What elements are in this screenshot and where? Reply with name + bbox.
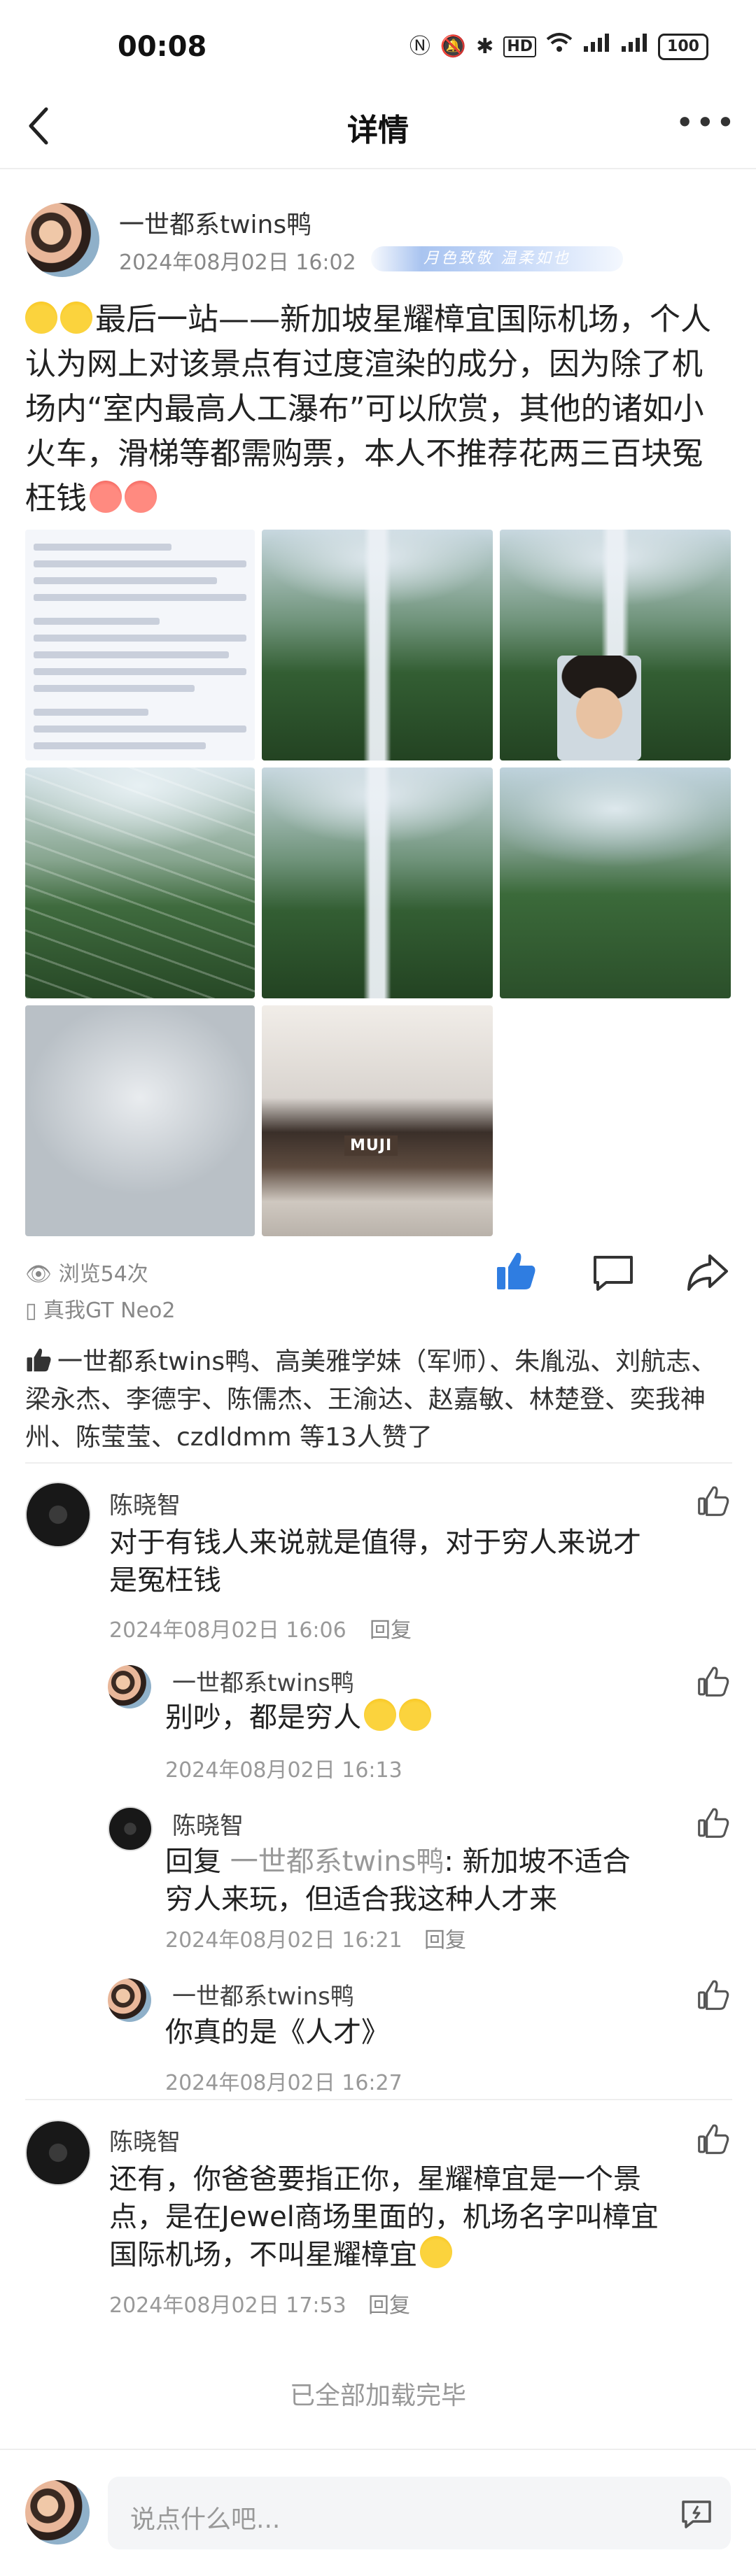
reply-time: 2024年08月02日 16:21 (165, 1928, 402, 1953)
photo-3-waterfall-selfie[interactable] (500, 530, 731, 760)
reply-time: 2024年08月02日 16:13 (165, 1758, 402, 1783)
comment-like-icon[interactable] (696, 1483, 731, 1518)
comment-divider (25, 2099, 732, 2100)
reply-name[interactable]: 一世都系twins鸭 (172, 1977, 354, 2011)
bluetooth-icon: ✱ (476, 34, 494, 59)
angry-emoji-icon (90, 481, 122, 513)
photo-4-dome[interactable] (25, 767, 255, 998)
battery-indicator: 100 (658, 33, 708, 60)
comment-time: 2024年08月02日 16:06 (109, 1618, 346, 1643)
grin-emoji-icon (60, 302, 92, 334)
section-divider (25, 1462, 732, 1464)
sticker-icon[interactable] (680, 2498, 713, 2530)
post-content: 最后一站——新加坡星耀樟宜国际机场，个人认为网上对该景点有过度渲染的成分，因为除… (25, 297, 732, 521)
reply-avatar[interactable] (108, 1665, 151, 1708)
status-time: 00:08 (118, 31, 207, 63)
eye-icon: 👁 (25, 1262, 59, 1287)
photo-6-forest-valley[interactable] (500, 767, 731, 998)
grin-emoji-icon (25, 302, 57, 334)
comment-text: 对于有钱人来说就是值得，对于穷人来说才是冤枉钱 (109, 1527, 641, 1597)
phone-icon: ▯ (25, 1298, 44, 1323)
thumb-up-icon (27, 1348, 51, 1372)
reply-name[interactable]: 一世都系twins鸭 (172, 1664, 354, 1698)
photo-8-muji-store[interactable]: MUJI (262, 1005, 493, 1236)
bottom-divider (0, 2449, 756, 2450)
my-avatar[interactable] (25, 2480, 90, 2545)
user-badge-banner: 月色致敬 温柔如也 (371, 246, 623, 271)
sunglasses-emoji-icon (420, 2236, 452, 2268)
muji-sign: MUJI (344, 1135, 398, 1156)
photo-5-waterfall-garden[interactable] (262, 767, 493, 998)
reply-name[interactable]: 陈晓智 (172, 1806, 244, 1841)
reply-like-icon[interactable] (696, 1664, 731, 1699)
page-title: 详情 (347, 113, 409, 148)
liked-by-list: 一世都系twins鸭、高美雅学妹（军师）、朱胤泓、刘航志、梁永杰、李德宇、陈儒杰… (25, 1347, 717, 1452)
reply-button[interactable]: 回复 (424, 1923, 466, 1953)
reply-target-name[interactable]: 一世都系twins鸭 (230, 1846, 444, 1878)
comment-like-icon[interactable] (696, 2121, 731, 2156)
selfie-face (557, 656, 641, 760)
reply-text: 回复 一世都系twins鸭: 新加坡不适合穷人来玩，但适合我这种人才来 (165, 1846, 631, 1916)
commenter-name[interactable]: 陈晓智 (109, 1486, 181, 1520)
post-text: 最后一站——新加坡星耀樟宜国际机场，个人认为网上对该景点有过度渲染的成分，因为除… (25, 302, 711, 516)
reply-button[interactable]: 回复 (370, 1613, 412, 1643)
commenter-avatar[interactable] (25, 1482, 91, 1548)
reply-button[interactable]: 回复 (368, 2288, 410, 2319)
comment-icon[interactable] (591, 1250, 636, 1295)
frown-emoji-icon (364, 1699, 396, 1731)
commenter-name[interactable]: 陈晓智 (109, 2123, 181, 2157)
angry-emoji-icon (125, 481, 157, 513)
share-icon[interactable] (685, 1250, 729, 1295)
comment-text: 还有，你爸爸要指正你，星耀樟宜是一个景点，是在Jewel商场里面的，机场名字叫樟… (109, 2163, 659, 2271)
like-icon[interactable] (494, 1249, 539, 1294)
reply-avatar[interactable] (108, 1979, 151, 2022)
post-timestamp: 2024年08月02日 16:02 (119, 250, 356, 275)
author-avatar[interactable] (25, 203, 99, 277)
comment-input-placeholder[interactable]: 说点什么吧... (130, 2499, 280, 2535)
reply-text: 你真的是《人才》 (165, 2016, 389, 2048)
status-icons: Ⓝ 🔕 ✱ HD 100 (410, 32, 708, 61)
comment-time: 2024年08月02日 17:53 (109, 2293, 346, 2318)
frown-emoji-icon (399, 1699, 431, 1731)
view-count: 👁 浏览54次 (25, 1262, 148, 1287)
author-name[interactable]: 一世都系twins鸭 (119, 204, 312, 241)
photo-2-waterfall[interactable] (262, 530, 493, 760)
commenter-avatar[interactable] (25, 2120, 91, 2186)
mute-icon: 🔕 (440, 34, 467, 59)
all-loaded-text: 已全部加载完毕 (289, 2382, 466, 2410)
reply-like-icon[interactable] (696, 1805, 731, 1840)
wifi-icon (546, 32, 573, 61)
nfc-icon: Ⓝ (409, 34, 430, 59)
nav-divider (0, 168, 756, 169)
hd-icon: HD (503, 36, 536, 57)
reply-text: 别吵，都是穷人 (165, 1699, 434, 1736)
signal-5g-icon (620, 32, 648, 61)
reply-avatar[interactable] (108, 1806, 153, 1851)
more-options-icon[interactable]: ••• (676, 106, 736, 139)
device-info: ▯ 真我GT Neo2 (25, 1298, 176, 1323)
signal-4g-icon (582, 32, 610, 61)
reply-time: 2024年08月02日 16:27 (165, 2071, 402, 2095)
photo-7-mist[interactable] (25, 1005, 255, 1236)
photo-1-guide-text[interactable] (25, 530, 255, 760)
reply-like-icon[interactable] (696, 1977, 731, 2012)
